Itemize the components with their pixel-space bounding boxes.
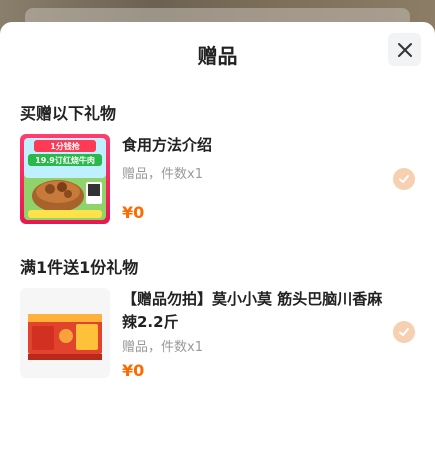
item-price: ¥0: [122, 203, 145, 222]
check-icon: [399, 175, 409, 183]
item-meta: 赠品，件数x1: [122, 340, 203, 355]
item-name: 【赠品勿拍】莫小小莫 筋头巴脑川香麻辣2.2斤: [122, 290, 383, 331]
close-icon: [397, 42, 412, 57]
item-price: ¥0: [122, 361, 145, 380]
section-title-buy-gift: 买赠以下礼物: [20, 104, 117, 123]
item-meta: 赠品，件数x1: [122, 167, 203, 182]
sheet-title: 赠品: [197, 44, 238, 68]
product-thumbnail[interactable]: 1分钱抢 19.9订红烧牛肉: [20, 134, 110, 224]
thumb-text-2: 19.9订红烧牛肉: [35, 155, 95, 165]
item-selected-checkbox[interactable]: [393, 168, 415, 190]
promo-image: 1分钱抢 19.9订红烧牛肉: [20, 134, 110, 224]
thumb-text-1: 1分钱抢: [50, 141, 81, 151]
close-button[interactable]: [388, 33, 421, 66]
gift-box-image: [20, 288, 110, 378]
item-selected-checkbox[interactable]: [393, 321, 415, 343]
item-name: 食用方法介绍: [122, 136, 213, 154]
section-title-full-gift: 满1件送1份礼物: [20, 258, 139, 277]
product-thumbnail[interactable]: [20, 288, 110, 378]
check-icon: [399, 328, 409, 336]
gift-sheet: 赠品 买赠以下礼物 1分钱抢 19.9订红烧牛肉 食用方法介绍 赠品，件数x1 …: [0, 22, 435, 458]
